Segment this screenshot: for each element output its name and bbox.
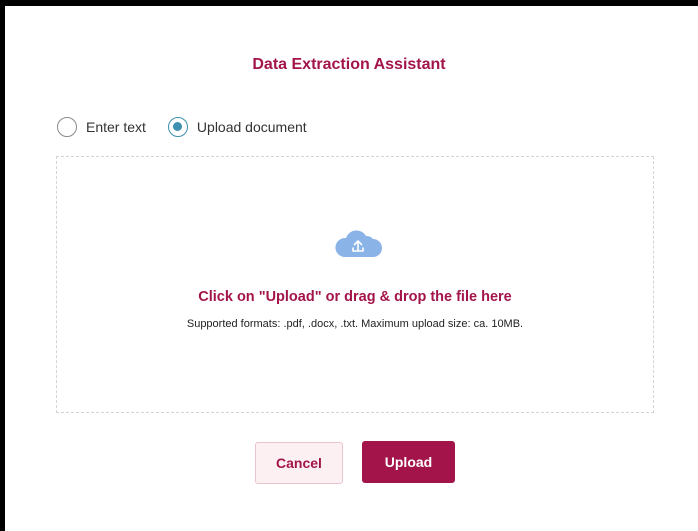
upload-dialog: Data Extraction Assistant Enter text Upl…	[5, 6, 698, 531]
cloud-upload-icon	[335, 230, 382, 257]
dropzone-supported-formats: Supported formats: .pdf, .docx, .txt. Ma…	[186, 318, 524, 330]
radio-label-enter-text: Enter text	[86, 119, 146, 135]
file-dropzone[interactable]: Click on "Upload" or drag & drop the fil…	[56, 156, 654, 413]
upload-button[interactable]: Upload	[362, 441, 455, 483]
dialog-title: Data Extraction Assistant	[252, 56, 446, 73]
radio-enter-text[interactable]: Enter text	[57, 117, 146, 137]
radio-upload-document[interactable]: Upload document	[167, 117, 307, 137]
radio-button-selected[interactable]	[167, 117, 188, 137]
radio-label-upload-document: Upload document	[196, 119, 307, 135]
cancel-button[interactable]: Cancel	[255, 442, 343, 484]
input-mode-radio-group: Enter text Upload document	[57, 116, 329, 138]
radio-button-unselected[interactable]	[57, 117, 77, 137]
dropzone-title: Click on "Upload" or drag & drop the fil…	[198, 289, 512, 305]
